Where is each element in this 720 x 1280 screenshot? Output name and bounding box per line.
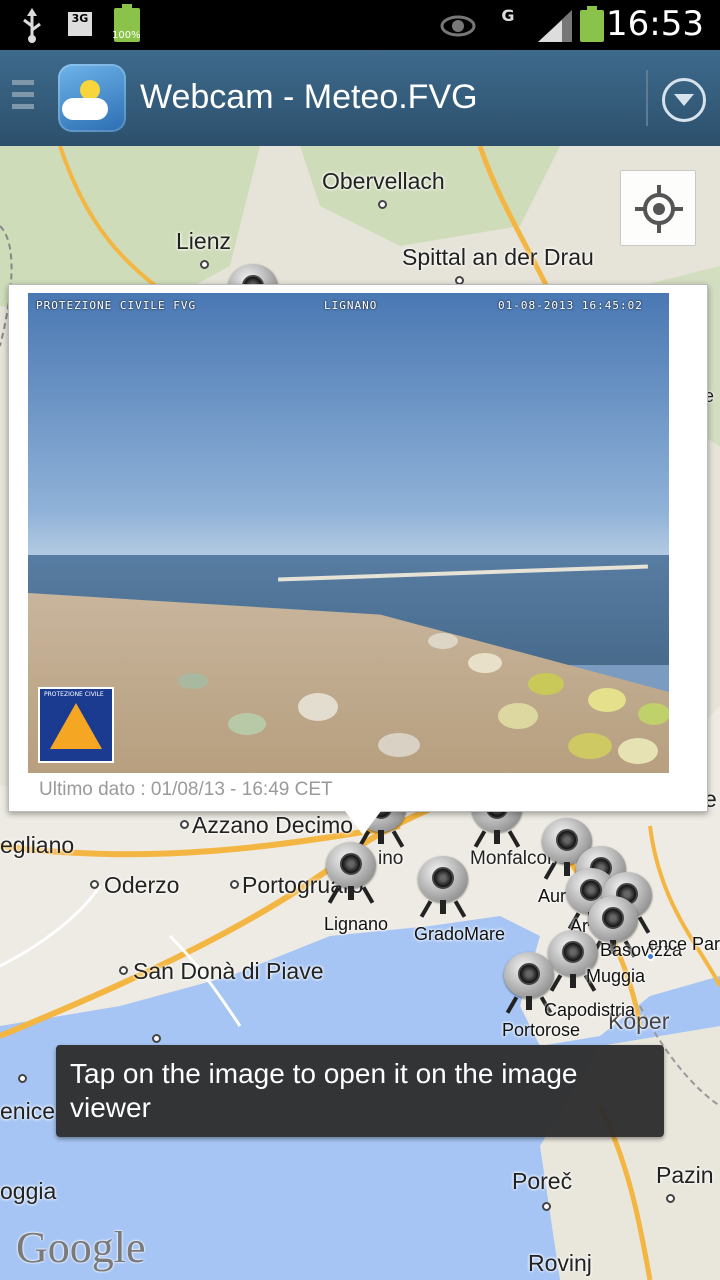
webcam-overlay-left: PROTEZIONE CIVILE FVG xyxy=(36,299,197,312)
dropdown-icon[interactable] xyxy=(662,78,706,122)
webcam-overlay-right: 01-08-2013 16:45:02 xyxy=(498,299,643,312)
place-pazin: Pazin xyxy=(656,1162,714,1188)
place-egliano: egliano xyxy=(0,832,75,858)
place-dot xyxy=(90,880,99,889)
app-logo[interactable] xyxy=(58,64,126,132)
place-dot xyxy=(200,260,209,269)
menu-icon[interactable] xyxy=(12,80,34,114)
status-bar: 3G 100% G 16:53 xyxy=(0,0,720,50)
webcam-info-window[interactable]: PROTEZIONE CIVILE FVG LIGNANO 01-08-2013… xyxy=(8,284,708,835)
webcam-label-capodistria: Capodistria xyxy=(544,1000,636,1020)
my-location-button[interactable] xyxy=(620,170,696,246)
place-dot xyxy=(542,1202,551,1211)
place-dot xyxy=(180,820,189,829)
place-dot xyxy=(152,1034,161,1043)
webcam-marker-gradomare[interactable] xyxy=(416,856,470,922)
webcam-label-lignano: Lignano xyxy=(324,914,389,934)
clock: 16:53 xyxy=(606,4,704,44)
signal-icon xyxy=(538,10,572,42)
google-logo: Google xyxy=(16,1223,146,1272)
place-dot xyxy=(378,200,387,209)
webcam-marker-lignano[interactable] xyxy=(324,842,378,908)
place-rovinj: Rovinj xyxy=(528,1250,592,1276)
divider xyxy=(646,70,648,126)
info-window-pointer xyxy=(345,811,381,835)
place-san-dona: San Donà di Piave xyxy=(133,958,324,984)
webcam-label-muggia: Muggia xyxy=(586,966,646,986)
webcam-label-gradomare: GradoMare xyxy=(414,924,506,944)
place-oggia: oggia xyxy=(0,1178,57,1204)
protezione-civile-logo: PROTEZIONE CIVILE xyxy=(38,687,114,763)
place-dot xyxy=(666,1194,675,1203)
app-title: Webcam - Meteo.FVG xyxy=(140,78,478,116)
g-data-icon: G xyxy=(501,6,515,25)
basovizza-dot xyxy=(646,952,655,961)
webcam-image[interactable]: PROTEZIONE CIVILE FVG LIGNANO 01-08-2013… xyxy=(28,293,669,773)
place-lienz: Lienz xyxy=(176,228,231,254)
webcam-overlay-center: LIGNANO xyxy=(324,299,378,312)
3g-icon: 3G xyxy=(68,12,92,36)
battery-percent: 100% xyxy=(112,30,141,41)
place-oderzo: Oderzo xyxy=(104,872,180,898)
toast-message: Tap on the image to open it on the image… xyxy=(56,1045,664,1137)
place-dot xyxy=(18,1074,27,1083)
last-data-timestamp: Ultimo dato : 01/08/13 - 16:49 CET xyxy=(39,779,333,800)
webcam-label-aur: Aur xyxy=(538,886,567,906)
place-azzano-decimo: Azzano Decimo xyxy=(192,812,354,838)
place-science-park: ence Park xyxy=(648,934,720,954)
place-spittal: Spittal an der Drau xyxy=(402,244,594,270)
place-enice: enice xyxy=(0,1098,55,1124)
eye-icon xyxy=(440,15,476,37)
webcam-label-portorose: Portorose xyxy=(502,1020,581,1040)
place-porec: Poreč xyxy=(512,1168,573,1194)
place-dot xyxy=(119,966,128,975)
usb-icon xyxy=(23,8,41,43)
place-obervellach: Obervellach xyxy=(322,168,445,194)
action-bar: Webcam - Meteo.FVG xyxy=(0,50,720,146)
battery-icon xyxy=(580,6,604,42)
place-dot xyxy=(230,880,239,889)
